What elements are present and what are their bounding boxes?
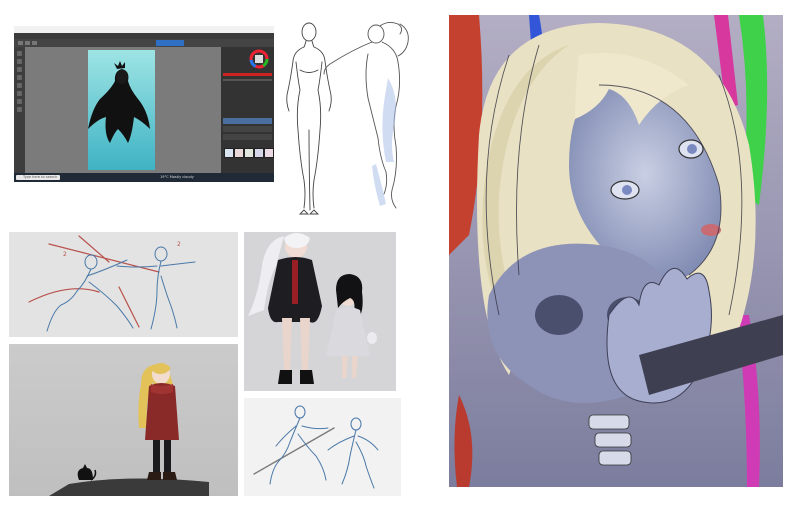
krita-screenshot: Type here to search 19°C Mostly cloudy xyxy=(14,26,274,182)
figure-sketch-panel xyxy=(280,14,440,222)
brush-preset xyxy=(224,148,234,158)
text-tool-icon xyxy=(17,99,22,104)
svg-text:2: 2 xyxy=(177,241,181,248)
toolbox xyxy=(14,47,25,173)
select-tool-icon xyxy=(17,67,22,72)
taskbar-search-text: Type here to search xyxy=(23,175,58,179)
layer-row xyxy=(223,134,272,140)
gesture-sketch xyxy=(253,405,379,489)
brush-preset xyxy=(264,148,274,158)
canvas-area xyxy=(25,47,221,173)
layer-row xyxy=(223,118,272,124)
svg-text:2: 2 xyxy=(63,251,67,258)
girl-red-coat-panel xyxy=(9,344,238,496)
shape-tool-icon xyxy=(17,107,22,112)
open-file-icon xyxy=(25,41,30,45)
move-tool-icon xyxy=(17,83,22,88)
canvas-artwork xyxy=(88,50,155,170)
brush-preset xyxy=(234,148,244,158)
eraser-tool-icon xyxy=(17,59,22,64)
brush-tool-icon xyxy=(17,51,22,56)
portrait-illustration xyxy=(449,15,783,487)
gesture-sketch: 2 2 xyxy=(28,235,196,332)
fight-sketch-panel: 2 2 xyxy=(9,232,238,337)
save-icon xyxy=(32,41,37,45)
sword-sketch-panel xyxy=(244,398,401,496)
illustration xyxy=(449,15,783,487)
fill-tool-icon xyxy=(17,75,22,80)
window-titlebar xyxy=(14,26,274,33)
character-render xyxy=(248,233,377,384)
toolbar xyxy=(14,39,274,47)
character-illustration xyxy=(9,344,238,496)
brush-preset xyxy=(244,148,254,158)
new-file-icon xyxy=(18,41,23,45)
figure-sketch xyxy=(286,21,409,215)
brush-preset xyxy=(254,148,264,158)
couple-render-panel xyxy=(244,232,396,391)
blend-mode-select xyxy=(156,40,184,46)
layer-row xyxy=(223,126,272,132)
weather-widget: 19°C Mostly cloudy xyxy=(160,175,194,179)
transform-tool-icon xyxy=(17,91,22,96)
